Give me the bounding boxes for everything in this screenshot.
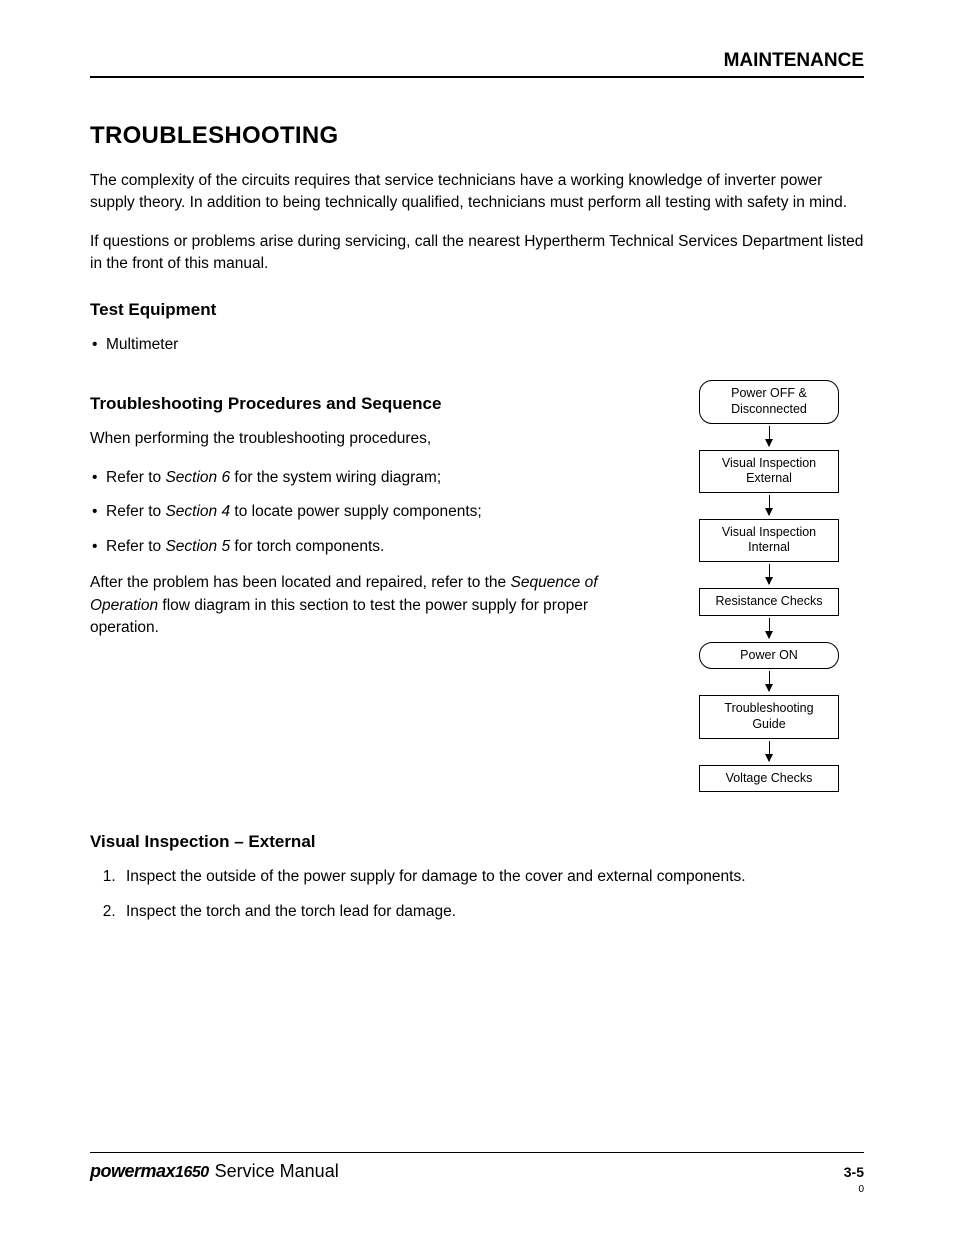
flowchart: Power OFF &Disconnected Visual Inspection…: [674, 380, 864, 792]
footer-left: powermax1650 Service Manual: [90, 1161, 339, 1182]
test-equipment-heading: Test Equipment: [90, 300, 864, 320]
footer-rule: [90, 1152, 864, 1153]
flow-arrow-icon: [769, 618, 770, 638]
intro-paragraph-2: If questions or problems arise during se…: [90, 231, 864, 276]
procedures-after: After the problem has been located and r…: [90, 572, 644, 639]
flow-step: Power ON: [699, 642, 839, 670]
test-equipment-list: Multimeter: [90, 334, 864, 356]
flow-arrow-icon: [769, 741, 770, 761]
list-item: Inspect the torch and the torch lead for…: [120, 901, 864, 923]
flow-step: TroubleshootingGuide: [699, 695, 839, 738]
brand-model: 1650: [175, 1164, 209, 1181]
list-item: Refer to Section 6 for the system wiring…: [96, 467, 644, 489]
brand-name: powermax: [90, 1161, 175, 1181]
visual-external-heading: Visual Inspection – External: [90, 832, 864, 852]
procedures-lead: When performing the troubleshooting proc…: [90, 428, 644, 450]
flow-step: Power OFF &Disconnected: [699, 380, 839, 423]
flow-arrow-icon: [769, 426, 770, 446]
procedures-row: Troubleshooting Procedures and Sequence …: [90, 370, 864, 792]
revision: 0: [844, 1184, 864, 1195]
list-item: Refer to Section 4 to locate power suppl…: [96, 501, 644, 523]
flowchart-col: Power OFF &Disconnected Visual Inspection…: [674, 370, 864, 792]
procedures-list: Refer to Section 6 for the system wiring…: [90, 467, 644, 558]
flow-step: Resistance Checks: [699, 588, 839, 616]
page-header: MAINTENANCE: [90, 50, 864, 78]
footer-row: powermax1650 Service Manual 3-5 0: [90, 1161, 864, 1195]
visual-external-list: Inspect the outside of the power supply …: [90, 866, 864, 923]
flow-arrow-icon: [769, 671, 770, 691]
intro-paragraph-1: The complexity of the circuits requires …: [90, 170, 864, 215]
flow-arrow-icon: [769, 564, 770, 584]
page-title: TROUBLESHOOTING: [90, 122, 864, 150]
flow-arrow-icon: [769, 495, 770, 515]
list-item: Refer to Section 5 for torch components.: [96, 536, 644, 558]
footer-right: 3-5 0: [844, 1164, 864, 1195]
section-label: MAINTENANCE: [724, 50, 864, 71]
procedures-text-col: Troubleshooting Procedures and Sequence …: [90, 370, 644, 655]
flow-step: Visual InspectionInternal: [699, 519, 839, 562]
flow-step: Visual InspectionExternal: [699, 450, 839, 493]
manual-title: Service Manual: [215, 1161, 339, 1181]
procedures-heading: Troubleshooting Procedures and Sequence: [90, 394, 644, 414]
list-item: Inspect the outside of the power supply …: [120, 866, 864, 888]
flow-step: Voltage Checks: [699, 765, 839, 793]
list-item: Multimeter: [96, 334, 864, 356]
page-number: 3-5: [844, 1164, 864, 1180]
page-footer: powermax1650 Service Manual 3-5 0: [90, 1152, 864, 1195]
